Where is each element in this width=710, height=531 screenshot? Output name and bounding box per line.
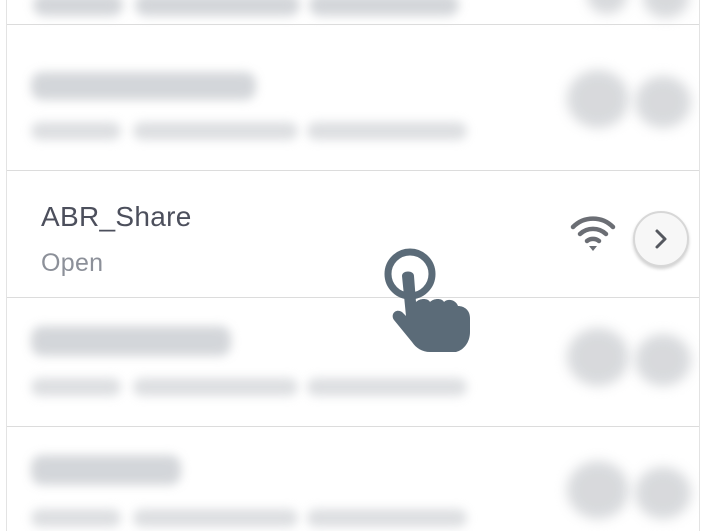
blurred-wifi-icon <box>567 461 629 519</box>
blurred-text <box>307 122 467 140</box>
blurred-text <box>133 509 298 527</box>
network-name: ABR_Share <box>41 201 192 232</box>
blurred-wifi-icon <box>567 328 629 386</box>
blurred-text <box>31 509 121 527</box>
network-row-blurred[interactable] <box>7 42 699 170</box>
tap-hand-icon <box>384 248 470 352</box>
blurred-text <box>307 378 467 396</box>
blurred-info-icon <box>635 467 691 519</box>
blurred-text <box>31 326 231 356</box>
blurred-info-icon <box>643 0 689 18</box>
network-row-blurred[interactable] <box>7 298 699 426</box>
network-security: Open <box>41 249 104 277</box>
wifi-signal-icon <box>570 216 616 251</box>
blurred-text <box>133 378 298 396</box>
network-info-button[interactable] <box>633 211 689 267</box>
blurred-text <box>307 509 467 527</box>
blurred-wifi-icon <box>587 0 627 14</box>
blurred-text <box>33 0 123 16</box>
wifi-network-list: ABR_Share Open <box>6 0 700 531</box>
blurred-text <box>309 0 459 16</box>
blurred-wifi-icon <box>567 70 629 128</box>
blurred-text <box>31 378 121 396</box>
blurred-info-icon <box>635 76 691 128</box>
blurred-text <box>31 455 181 485</box>
blurred-text <box>31 122 121 140</box>
network-row-abr-share[interactable]: ABR_Share Open <box>7 171 699 297</box>
blurred-text <box>133 122 298 140</box>
network-row-blurred[interactable] <box>7 427 699 531</box>
blurred-info-icon <box>635 334 691 386</box>
network-row-blurred[interactable] <box>7 0 699 24</box>
row-divider <box>7 24 699 25</box>
blurred-text <box>31 72 256 100</box>
chevron-right-icon <box>655 229 667 249</box>
blurred-text <box>135 0 300 16</box>
